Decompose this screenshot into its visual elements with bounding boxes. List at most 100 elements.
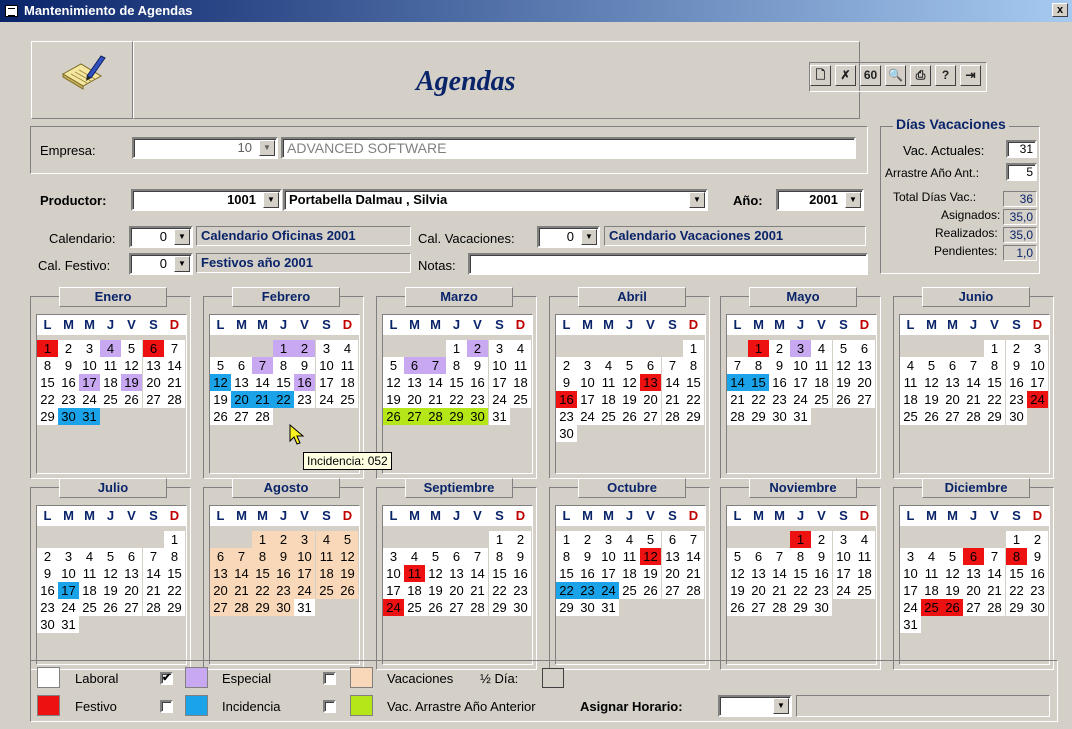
day-cell-especial[interactable]: 4 [100, 340, 121, 357]
day-cell-festivo[interactable]: 11 [404, 565, 425, 582]
day-cell[interactable]: 28 [727, 408, 748, 425]
day-cell[interactable]: 23 [510, 582, 531, 599]
day-cell-incidencia[interactable]: 15 [748, 374, 769, 391]
day-cell[interactable]: 12 [921, 374, 942, 391]
day-cell[interactable]: 28 [984, 599, 1005, 616]
day-cell[interactable]: 4 [79, 548, 100, 565]
day-cell[interactable]: 13 [121, 565, 142, 582]
day-cell[interactable]: 10 [1027, 357, 1048, 374]
day-cell[interactable]: 2 [811, 531, 832, 548]
day-cell[interactable]: 5 [425, 548, 446, 565]
day-cell[interactable]: 20 [963, 582, 984, 599]
day-cell[interactable]: 13 [231, 374, 252, 391]
day-cell[interactable]: 24 [900, 599, 921, 616]
day-cell-incidencia[interactable]: 30 [58, 408, 79, 425]
day-cell[interactable]: 26 [210, 408, 231, 425]
day-cell[interactable]: 15 [273, 374, 294, 391]
day-cell[interactable]: 1 [1006, 531, 1027, 548]
day-cell[interactable]: 1 [984, 340, 1005, 357]
day-cell[interactable]: 22 [1006, 582, 1027, 599]
day-cell[interactable]: 18 [854, 565, 875, 582]
day-cell[interactable]: 28 [683, 582, 704, 599]
empresa-code-combo[interactable]: 10 ▼ [132, 137, 278, 159]
day-cell[interactable]: 30 [1006, 408, 1027, 425]
day-cell[interactable]: 15 [556, 565, 577, 582]
day-cell[interactable]: 5 [383, 357, 404, 374]
day-cell-vacaciones[interactable]: 7 [231, 548, 252, 565]
day-cell[interactable]: 9 [467, 357, 488, 374]
day-cell[interactable]: 25 [900, 408, 921, 425]
day-cell-vacaciones[interactable]: 4 [316, 531, 337, 548]
day-cell[interactable]: 12 [619, 374, 640, 391]
day-cell[interactable]: 17 [1027, 374, 1048, 391]
day-cell-arrastre[interactable]: 29 [446, 408, 467, 425]
day-cell-incidencia[interactable]: 20 [231, 391, 252, 408]
cal-festivo-dropdown-arrow[interactable]: ▼ [174, 256, 190, 272]
day-cell[interactable]: 25 [404, 599, 425, 616]
day-cell[interactable]: 9 [811, 548, 832, 565]
day-cell[interactable]: 27 [143, 391, 164, 408]
day-cell[interactable]: 22 [489, 582, 510, 599]
day-cell[interactable]: 2 [769, 340, 790, 357]
day-cell[interactable]: 3 [577, 357, 598, 374]
day-cell[interactable]: 26 [100, 599, 121, 616]
day-cell[interactable]: 13 [854, 357, 875, 374]
day-cell[interactable]: 21 [143, 582, 164, 599]
day-cell[interactable]: 22 [984, 391, 1005, 408]
day-cell[interactable]: 16 [577, 565, 598, 582]
day-cell[interactable]: 19 [942, 582, 963, 599]
day-cell[interactable]: 8 [489, 548, 510, 565]
day-cell[interactable]: 10 [598, 548, 619, 565]
day-cell[interactable]: 26 [121, 391, 142, 408]
day-cell[interactable]: 14 [252, 374, 273, 391]
day-cell[interactable]: 19 [210, 391, 231, 408]
day-cell[interactable]: 28 [252, 408, 273, 425]
day-cell[interactable]: 12 [383, 374, 404, 391]
productor-name-combo[interactable]: Portabella Dalmau , Silvia ▼ [283, 189, 708, 211]
day-cell-festivo[interactable]: 6 [963, 548, 984, 565]
day-cell-festivo[interactable]: 26 [942, 599, 963, 616]
close-button[interactable]: x [1052, 3, 1068, 17]
day-cell-vacaciones[interactable]: 25 [316, 582, 337, 599]
day-cell[interactable]: 8 [556, 548, 577, 565]
day-cell-vacaciones[interactable]: 26 [337, 582, 358, 599]
day-cell[interactable]: 13 [143, 357, 164, 374]
day-cell[interactable]: 28 [963, 408, 984, 425]
day-cell[interactable]: 2 [556, 357, 577, 374]
day-cell[interactable]: 13 [446, 565, 467, 582]
day-cell[interactable]: 13 [662, 548, 683, 565]
day-cell[interactable]: 8 [37, 357, 58, 374]
day-cell-vacaciones[interactable]: 13 [210, 565, 231, 582]
day-cell[interactable]: 18 [79, 582, 100, 599]
day-cell[interactable]: 24 [833, 582, 854, 599]
day-cell[interactable]: 11 [854, 548, 875, 565]
day-cell[interactable]: 29 [37, 408, 58, 425]
day-cell-festivo[interactable]: 12 [640, 548, 661, 565]
day-cell[interactable]: 23 [37, 599, 58, 616]
day-cell[interactable]: 19 [383, 391, 404, 408]
day-cell-arrastre[interactable]: 30 [467, 408, 488, 425]
day-cell[interactable]: 18 [337, 374, 358, 391]
day-cell[interactable]: 2 [1006, 340, 1027, 357]
day-cell[interactable]: 8 [984, 357, 1005, 374]
day-cell[interactable]: 13 [942, 374, 963, 391]
day-cell[interactable]: 21 [425, 391, 446, 408]
day-cell[interactable]: 26 [640, 582, 661, 599]
day-cell[interactable]: 17 [577, 391, 598, 408]
day-cell-vacaciones[interactable]: 30 [273, 599, 294, 616]
day-cell[interactable]: 10 [489, 357, 510, 374]
incidencia-checkbox[interactable] [160, 700, 173, 713]
day-cell[interactable]: 23 [811, 582, 832, 599]
day-cell[interactable]: 20 [404, 391, 425, 408]
day-cell[interactable]: 7 [683, 531, 704, 548]
day-cell[interactable]: 17 [900, 582, 921, 599]
day-cell[interactable]: 29 [164, 599, 185, 616]
day-cell[interactable]: 20 [942, 391, 963, 408]
empresa-dropdown-arrow[interactable]: ▼ [259, 140, 275, 156]
day-cell[interactable]: 6 [854, 340, 875, 357]
day-cell[interactable]: 31 [790, 408, 811, 425]
day-cell-incidencia[interactable]: 24 [598, 582, 619, 599]
day-cell[interactable]: 27 [446, 599, 467, 616]
day-cell-especial[interactable]: 2 [294, 340, 315, 357]
day-cell[interactable]: 5 [121, 340, 142, 357]
